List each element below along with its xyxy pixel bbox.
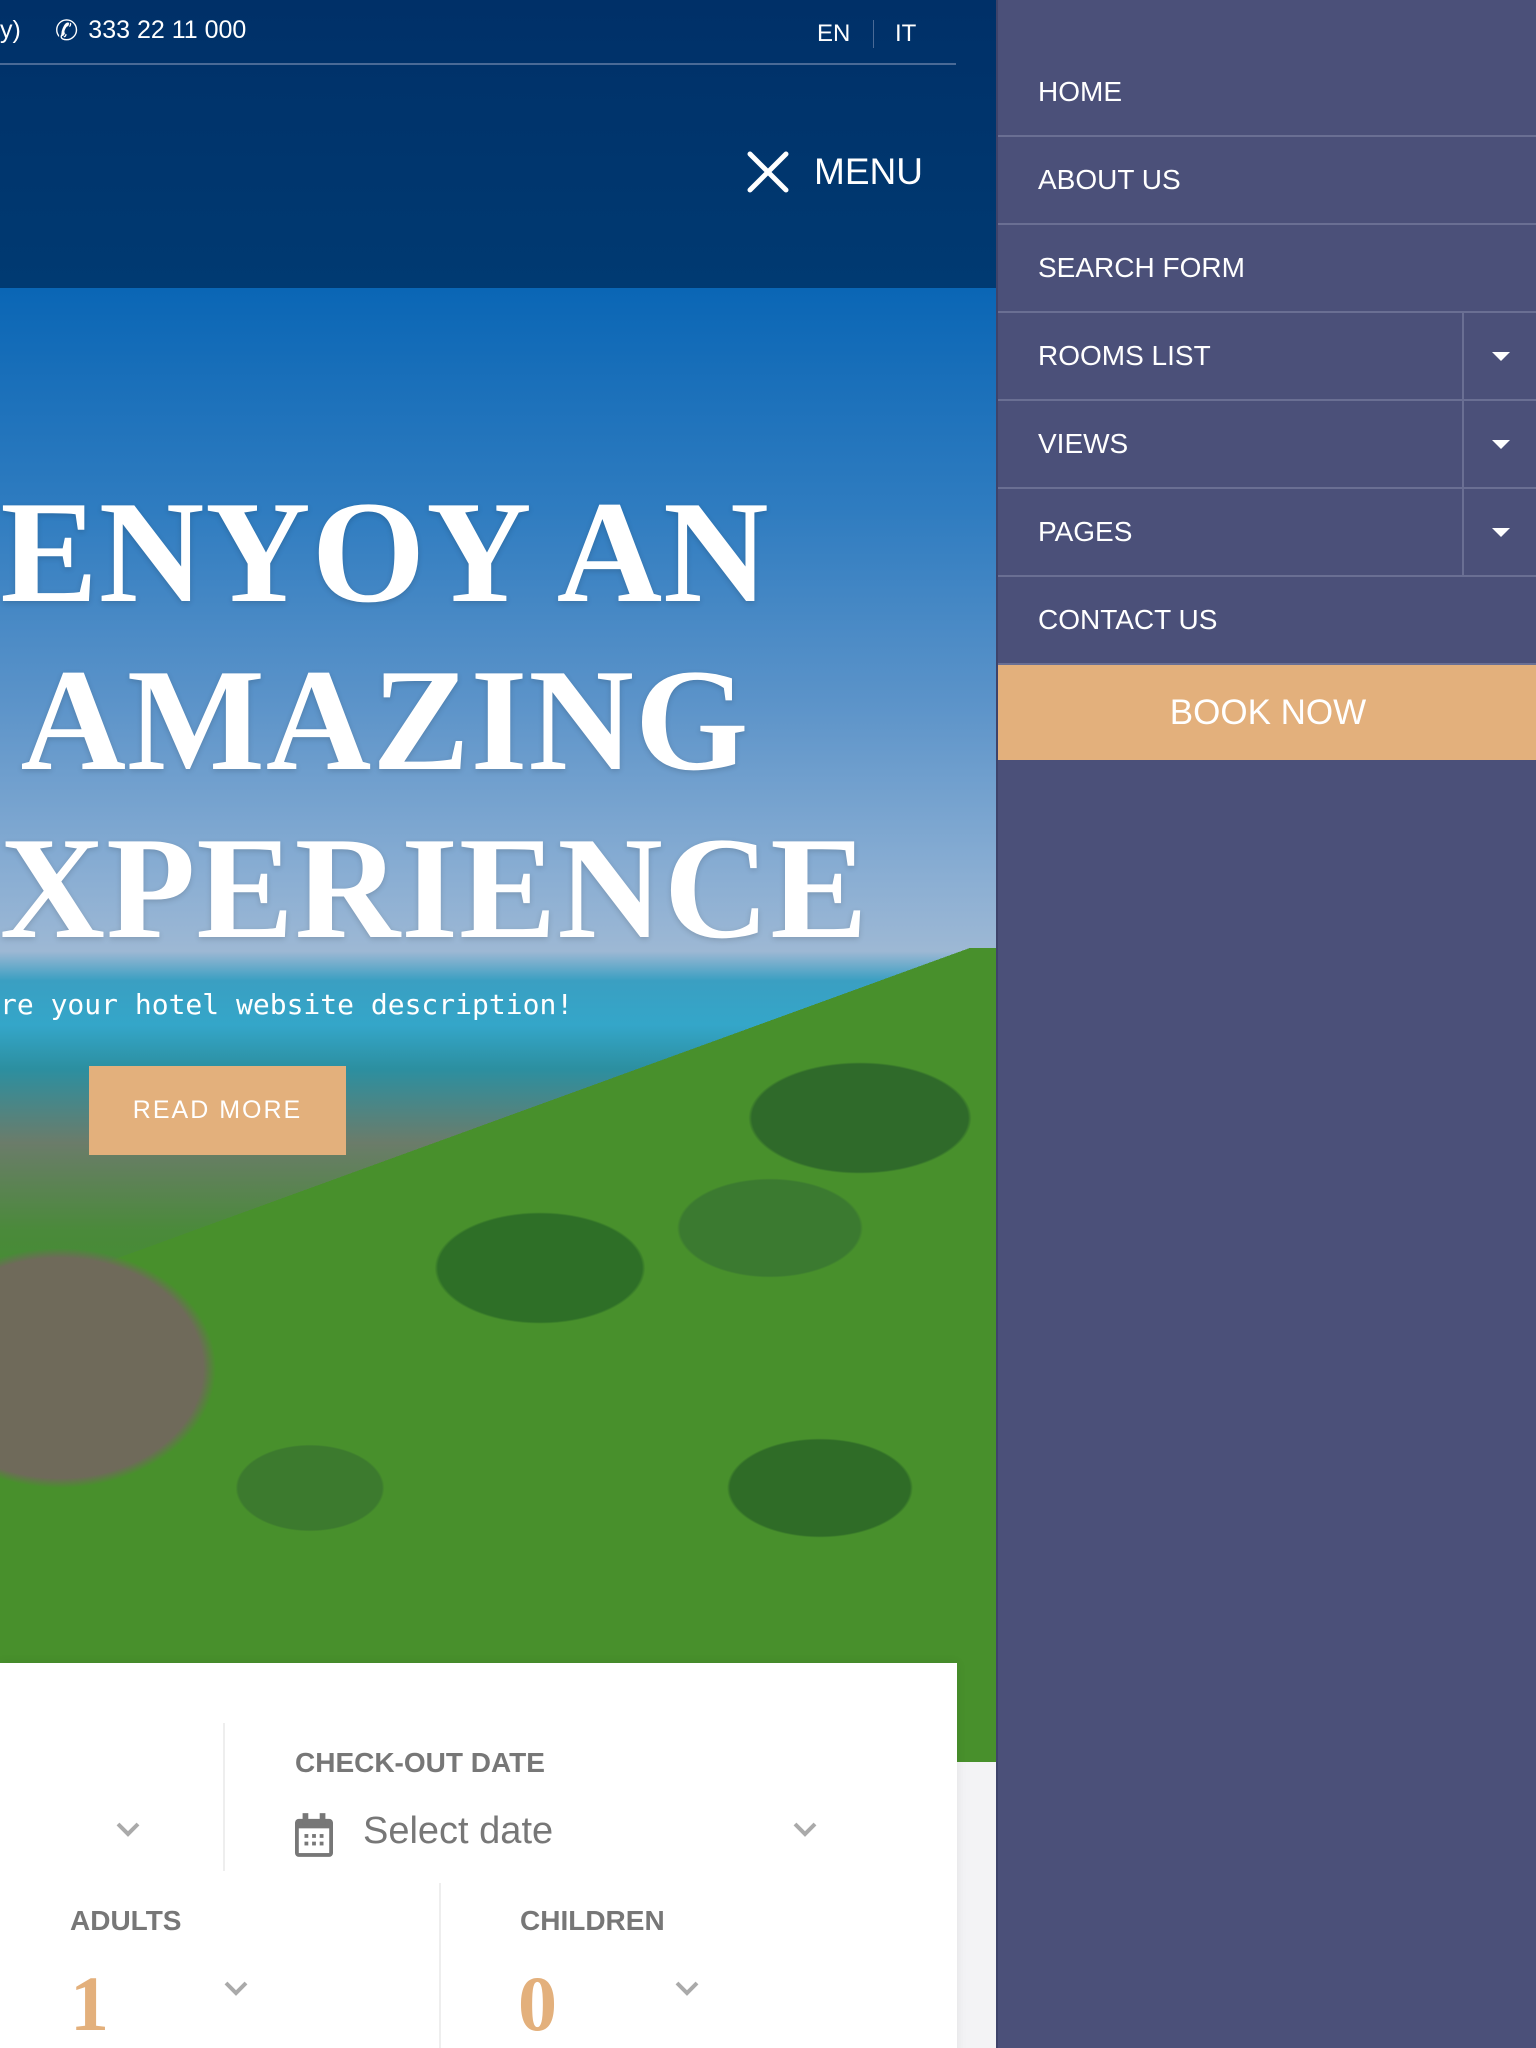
hero-title-line: ENYOY AN	[0, 471, 770, 633]
children-chevron-down-icon[interactable]	[674, 1980, 700, 1996]
nav-item-label: ABOUT US	[1038, 164, 1181, 195]
caret-down-icon[interactable]	[1462, 401, 1536, 487]
nav-item-about-us[interactable]: ABOUT US	[998, 137, 1536, 225]
checkout-chevron-down-icon[interactable]	[792, 1821, 818, 1837]
lang-divider	[873, 20, 874, 48]
phone-contact[interactable]: y) ✆ 333 22 11 000	[0, 14, 246, 47]
children-label: CHILDREN	[520, 1905, 665, 1936]
hero-title: ENYOY AN AMAZING EXPERIENCE	[0, 468, 970, 972]
topbar-divider	[0, 63, 956, 65]
children-value[interactable]: 0	[518, 1959, 557, 2048]
nav-item-label: PAGES	[1038, 516, 1133, 547]
nav-item-label: CONTACT US	[1038, 604, 1218, 635]
lang-en[interactable]: EN	[817, 20, 850, 48]
phone-number: 333 22 11 000	[88, 16, 247, 44]
field-divider	[223, 1723, 225, 1871]
booking-form: CHECK-OUT DATE Select date ADULTS 1 CHIL…	[0, 1663, 957, 2048]
nav-item-label: VIEWS	[1038, 428, 1129, 459]
lang-it[interactable]: IT	[895, 20, 916, 48]
adults-chevron-down-icon[interactable]	[223, 1980, 249, 1996]
nav-item-label: HOME	[1038, 76, 1122, 107]
nav-item-contact-us[interactable]: CONTACT US	[998, 577, 1536, 665]
calendar-icon	[295, 1813, 333, 1857]
read-more-button[interactable]: READ MORE	[89, 1066, 346, 1155]
adults-value[interactable]: 1	[70, 1959, 109, 2048]
hero-title-line: AMAZING	[20, 639, 750, 801]
checkin-chevron-down-icon[interactable]	[115, 1821, 141, 1837]
nav-item-pages[interactable]: PAGES	[998, 489, 1536, 577]
phone-icon: ✆	[54, 15, 79, 46]
close-icon	[747, 151, 789, 193]
checkout-date-input[interactable]: Select date	[363, 1810, 553, 1853]
nav-item-home[interactable]: HOME	[998, 49, 1536, 137]
site-header: y) ✆ 333 22 11 000 EN IT MENU	[0, 0, 996, 288]
menu-close-button[interactable]: MENU	[746, 150, 923, 194]
hero-subtitle: re your hotel website description!	[0, 988, 574, 1021]
phone-prefix: y)	[0, 16, 21, 44]
field-divider	[439, 1883, 441, 2048]
caret-down-icon[interactable]	[1462, 313, 1536, 399]
nav-item-rooms-list[interactable]: ROOMS LIST	[998, 313, 1536, 401]
book-now-button[interactable]: BOOK NOW	[998, 665, 1536, 760]
nav-item-label: SEARCH FORM	[1038, 252, 1245, 283]
nav-item-label: ROOMS LIST	[1038, 340, 1211, 371]
nav-item-search-form[interactable]: SEARCH FORM	[998, 225, 1536, 313]
caret-down-icon[interactable]	[1462, 489, 1536, 575]
nav-item-views[interactable]: VIEWS	[998, 401, 1536, 489]
checkout-label: CHECK-OUT DATE	[295, 1747, 545, 1778]
adults-label: ADULTS	[70, 1905, 182, 1936]
side-navigation: HOME ABOUT US SEARCH FORM ROOMS LIST VIE…	[996, 0, 1536, 2048]
hero-title-line: EXPERIENCE	[0, 807, 869, 969]
hero-section: ENYOY AN AMAZING EXPERIENCE re your hote…	[0, 288, 996, 1762]
menu-label: MENU	[814, 151, 923, 192]
